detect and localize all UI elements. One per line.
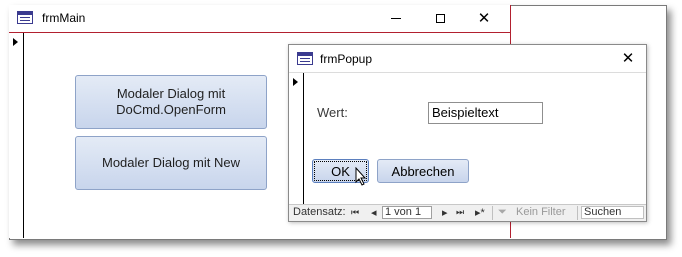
form-icon (297, 52, 313, 65)
value-label: Wert: (317, 105, 348, 120)
first-record-button[interactable]: ⏮ (351, 207, 359, 218)
maximize-icon (435, 14, 445, 23)
cancel-button[interactable]: Abbrechen (377, 159, 469, 183)
search-input[interactable]: Suchen (581, 206, 644, 219)
record-number-input[interactable]: 1 von 1 (382, 206, 432, 219)
previous-record-button[interactable]: ◂ (371, 206, 377, 219)
nav-separator (492, 206, 493, 220)
main-titlebar[interactable]: frmMain ✕ (9, 5, 510, 33)
popup-window-title: frmPopup (320, 52, 373, 66)
record-selector[interactable] (9, 33, 24, 238)
last-record-button[interactable]: ⏭ (456, 207, 464, 218)
nav-separator (577, 206, 578, 220)
close-icon: ✕ (477, 10, 491, 27)
record-navigation-bar: Datensatz: ⏮ ◂ 1 von 1 ▸ ⏭ ▸* ⏷ Kein Fil… (289, 204, 646, 221)
maximize-button[interactable] (417, 5, 463, 32)
popup-titlebar[interactable]: frmPopup ✕ (289, 45, 646, 73)
popup-close-button[interactable]: ✕ (609, 45, 647, 72)
form-icon (17, 11, 33, 24)
close-icon: ✕ (621, 50, 635, 67)
filter-icon: ⏷ (498, 206, 507, 218)
minimize-icon (391, 18, 401, 19)
next-record-button[interactable]: ▸ (442, 206, 448, 219)
record-nav-label: Datensatz: (293, 206, 346, 218)
filter-status[interactable]: Kein Filter (516, 206, 566, 218)
minimize-button[interactable] (373, 5, 419, 32)
main-window-title: frmMain (42, 11, 86, 25)
open-dialog-docmd-button[interactable]: Modaler Dialog mit DoCmd.OpenForm (75, 75, 267, 129)
close-button[interactable]: ✕ (461, 5, 507, 32)
value-input[interactable]: Beispieltext (428, 102, 543, 124)
open-dialog-new-button[interactable]: Modaler Dialog mit New (75, 136, 267, 190)
new-record-button[interactable]: ▸* (475, 206, 485, 219)
mouse-cursor-icon (355, 167, 367, 186)
popup-window: frmPopup ✕ Wert: Beispieltext OK Abbrech… (288, 44, 647, 222)
current-record-arrow-icon (293, 78, 298, 86)
record-selector[interactable] (289, 73, 304, 204)
current-record-arrow-icon (13, 38, 18, 46)
